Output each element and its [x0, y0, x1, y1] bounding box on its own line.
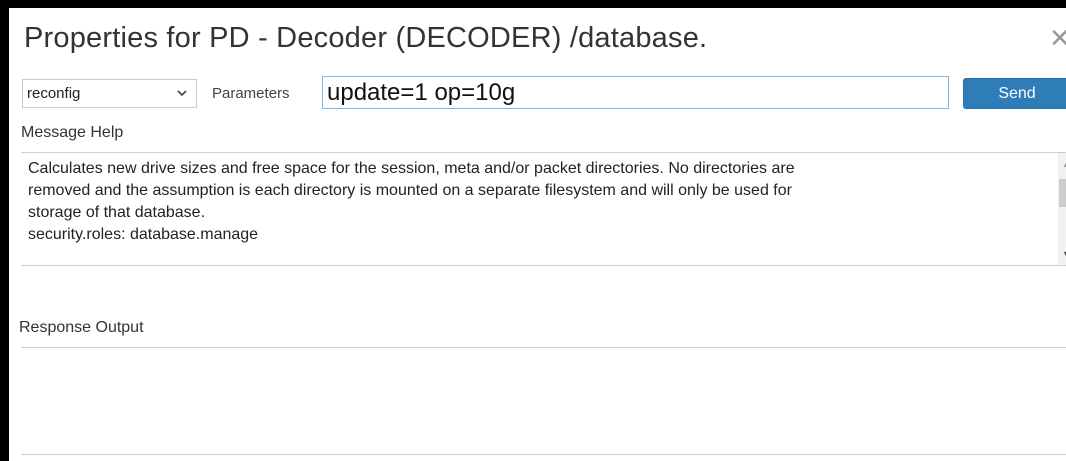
help-line: security.roles: database.manage: [28, 226, 259, 243]
scroll-down-icon[interactable]: ▼: [1058, 249, 1066, 259]
help-line: storage of that database.: [28, 204, 206, 221]
help-line: Calculates new drive sizes and free spac…: [28, 160, 795, 177]
help-line: removed and the assumption is each direc…: [28, 182, 792, 199]
scroll-up-icon[interactable]: ▲: [1058, 159, 1066, 169]
message-help-text: Calculates new drive sizes and free spac…: [28, 158, 1038, 246]
command-select-value: reconfig: [27, 85, 81, 102]
dialog-title: Properties for PD - Decoder (DECODER) /d…: [24, 22, 708, 54]
scrollbar-thumb[interactable]: [1059, 179, 1066, 207]
properties-dialog: Properties for PD - Decoder (DECODER) /d…: [0, 0, 1066, 461]
response-output-label: Response Output: [19, 319, 144, 336]
message-help-textarea[interactable]: Calculates new drive sizes and free spac…: [21, 152, 1066, 266]
help-scrollbar[interactable]: ▲ ▼: [1058, 153, 1066, 265]
parameters-input[interactable]: update=1 op=10g: [322, 76, 949, 109]
response-output-area[interactable]: [21, 347, 1066, 455]
send-button[interactable]: Send: [963, 78, 1066, 109]
parameters-label: Parameters: [212, 85, 290, 102]
command-select[interactable]: reconfig: [22, 79, 197, 108]
close-icon[interactable]: ✕: [1049, 23, 1066, 53]
chevron-down-icon: [176, 84, 188, 105]
message-help-label: Message Help: [21, 124, 124, 141]
